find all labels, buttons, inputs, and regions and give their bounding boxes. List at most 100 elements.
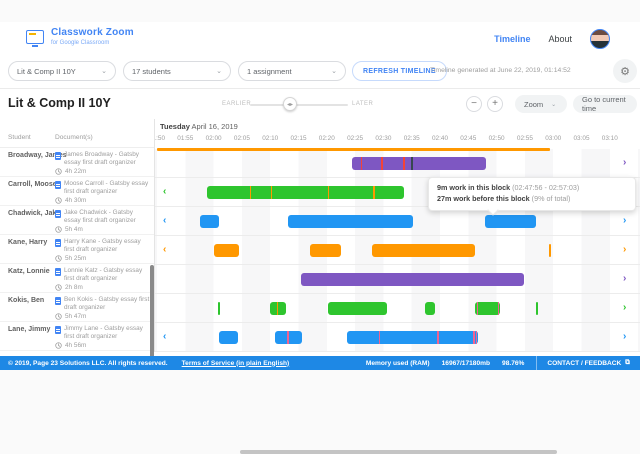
student-row[interactable]: Chadwick, Jake Jake Chadwick - Gatsby ess… <box>0 206 154 235</box>
activity-bar[interactable] <box>536 302 538 315</box>
time-tick-label: 02:10 <box>262 135 278 142</box>
document-duration: 5h 47m <box>65 313 86 321</box>
student-row[interactable]: Kokis, BenBen Kokis - Gatsby essay first… <box>0 293 154 322</box>
activity-bar[interactable] <box>328 302 387 315</box>
document-title-line: Jake Chadwick - Gatsby essay first draft… <box>55 209 151 225</box>
settings-gear-icon[interactable]: ⚙ <box>613 59 637 83</box>
session-span-line <box>157 148 550 151</box>
go-to-current-time-button[interactable]: Go to current time <box>573 95 637 113</box>
next-activity-chevron-icon[interactable]: › <box>623 149 626 178</box>
student-row[interactable]: Broadway, JamesJames Broadway - Gatsby e… <box>0 148 154 177</box>
activity-bar[interactable] <box>218 302 220 315</box>
document-duration-line: 5h 4m <box>55 226 151 234</box>
prev-activity-chevron-icon[interactable]: ‹ <box>163 236 166 265</box>
student-list-pane: Student Document(s) Broadway, JamesJames… <box>0 119 155 352</box>
zoom-out-button[interactable]: − <box>466 96 482 112</box>
document-title[interactable]: James Broadway - Gatsby essay first draf… <box>64 151 151 167</box>
time-tick-label: 02:25 <box>347 135 363 142</box>
activity-bar[interactable] <box>347 331 478 344</box>
activity-bar[interactable] <box>549 244 551 257</box>
edit-marker-tick <box>437 331 439 344</box>
document-cell: James Broadway - Gatsby essay first draf… <box>55 151 151 175</box>
class-dropdown[interactable]: Lit & Comp II 10Y ⌄ <box>8 61 116 81</box>
prev-activity-chevron-icon[interactable]: ‹ <box>163 178 166 207</box>
timeline-generated-text: Timeline generated at June 22, 2019, 01:… <box>430 67 571 74</box>
assignments-dropdown-value: 1 assignment <box>247 67 292 76</box>
document-title[interactable]: Jake Chadwick - Gatsby essay first draft… <box>64 209 151 225</box>
activity-bar[interactable] <box>219 331 238 344</box>
activity-bar[interactable] <box>485 215 537 228</box>
edit-marker-tick <box>498 302 500 315</box>
time-tick-label: 03:10 <box>602 135 618 142</box>
timeline-row: › <box>155 149 640 178</box>
activity-bar[interactable] <box>425 302 435 315</box>
timeline-row: › <box>155 294 640 323</box>
app-window: Classwork Zoom for Google Classroom Time… <box>0 22 640 370</box>
prev-activity-chevron-icon[interactable]: ‹ <box>163 323 166 352</box>
next-activity-chevron-icon[interactable]: › <box>623 323 626 352</box>
activity-bar[interactable] <box>301 273 524 286</box>
activity-bar[interactable] <box>270 302 286 315</box>
document-title[interactable]: Harry Kane - Gatsby essay first draft or… <box>64 238 151 254</box>
edit-marker-tick <box>250 186 252 199</box>
column-header-documents: Document(s) <box>55 134 93 141</box>
next-activity-chevron-icon[interactable]: › <box>623 265 626 294</box>
student-name: Chadwick, Jake <box>8 210 60 217</box>
time-scrub-slider-handle[interactable]: ◂▸ <box>283 97 297 111</box>
document-title-line: Ben Kokis - Gatsby essay first draft org… <box>55 296 151 312</box>
contact-feedback-button[interactable]: CONTACT / FEEDBACK ⧉ <box>536 356 640 370</box>
zoom-mode-dropdown[interactable]: Zoom ⌄ <box>515 95 567 113</box>
activity-bar[interactable] <box>372 244 475 257</box>
document-icon <box>55 326 61 334</box>
time-tick-label: 01:55 <box>177 135 193 142</box>
students-dropdown[interactable]: 17 students ⌄ <box>123 61 231 81</box>
next-activity-chevron-icon[interactable]: › <box>623 236 626 265</box>
document-title[interactable]: Ben Kokis - Gatsby essay first draft org… <box>64 296 151 312</box>
document-title-line: Moose Carroll - Gatsby essay first draft… <box>55 180 151 196</box>
student-row[interactable]: Lane, JimmyJimmy Lane - Gatsby essay fir… <box>0 322 154 351</box>
user-avatar[interactable] <box>590 29 610 49</box>
activity-bar[interactable] <box>275 331 302 344</box>
horizontal-scrollbar[interactable] <box>240 450 557 454</box>
class-dropdown-value: Lit & Comp II 10Y <box>17 67 76 76</box>
document-duration: 5h 4m <box>65 226 83 234</box>
next-activity-chevron-icon[interactable]: › <box>623 207 626 236</box>
student-row[interactable]: Katz, LonnieLonnie Katz - Gatsby essay f… <box>0 264 154 293</box>
edit-marker-tick <box>473 331 475 344</box>
student-list-scrollbar[interactable] <box>150 265 154 363</box>
assignments-dropdown[interactable]: 1 assignment ⌄ <box>238 61 346 81</box>
chevron-down-icon: ⌄ <box>216 67 222 75</box>
terms-of-service-link[interactable]: Terms of Service (in plain English) <box>182 360 290 367</box>
app-header: Classwork Zoom for Google Classroom Time… <box>0 22 640 56</box>
chevron-down-icon: ⌄ <box>331 67 337 75</box>
time-tick-label: 02:45 <box>460 135 476 142</box>
student-row[interactable]: Kane, Harry Harry Kane - Gatsby essay fir… <box>0 235 154 264</box>
nav-tab-about[interactable]: About <box>548 34 572 44</box>
student-row[interactable]: Carroll, MooseMoose Carroll - Gatsby ess… <box>0 177 154 206</box>
document-title[interactable]: Moose Carroll - Gatsby essay first draft… <box>64 180 151 196</box>
chevron-down-icon: ⌄ <box>101 67 107 75</box>
document-title-line: Jimmy Lane - Gatsby essay first draft or… <box>55 325 151 341</box>
student-name: Kane, Harry <box>8 239 47 246</box>
zoom-in-button[interactable]: + <box>487 96 503 112</box>
edit-marker-tick <box>373 186 375 199</box>
document-title[interactable]: Jimmy Lane - Gatsby essay first draft or… <box>64 325 151 341</box>
app-logo[interactable]: Classwork Zoom for Google Classroom <box>26 28 134 46</box>
prev-activity-chevron-icon[interactable]: ‹ <box>163 207 166 236</box>
activity-bar[interactable] <box>207 186 404 199</box>
activity-bar[interactable] <box>310 244 341 257</box>
document-title-line: Harry Kane - Gatsby essay first draft or… <box>55 238 151 254</box>
chevron-down-icon: ⌄ <box>551 101 556 108</box>
document-duration-line: 2h 8m <box>55 284 151 292</box>
activity-bar[interactable] <box>200 215 219 228</box>
classwork-zoom-logo-icon <box>26 30 44 44</box>
activity-bar[interactable] <box>288 215 413 228</box>
activity-bar[interactable] <box>352 157 486 170</box>
activity-bar[interactable] <box>214 244 239 257</box>
document-title[interactable]: Lonnie Katz - Gatsby essay first draft o… <box>64 267 151 283</box>
activity-bar[interactable] <box>475 302 500 315</box>
nav-tab-timeline[interactable]: Timeline <box>494 34 530 44</box>
next-activity-chevron-icon[interactable]: › <box>623 294 626 323</box>
time-scrub-slider-track[interactable] <box>250 104 348 106</box>
edit-marker-tick <box>271 186 273 199</box>
